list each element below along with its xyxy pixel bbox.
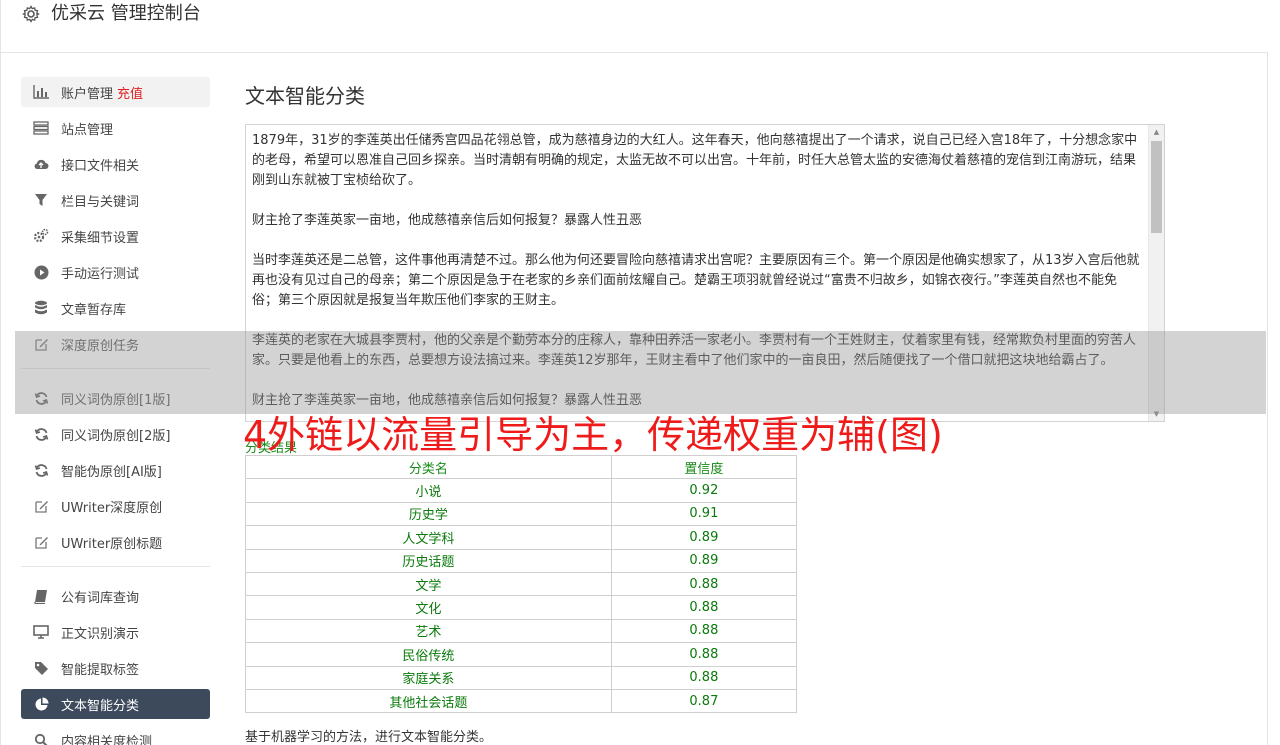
sidebar-item-manual-test[interactable]: 手动运行测试 [21,257,210,287]
sidebar-divider [21,566,210,567]
category-cell: 艺术 [245,618,612,644]
category-cell: 民俗传统 [245,642,612,667]
table-row: 文学 0.88 [245,571,798,597]
table-row: 家庭关系 0.88 [245,665,798,690]
gray-overlay-band [15,331,1266,414]
pie-chart-icon [33,696,49,712]
sidebar-item-label: 手动运行测试 [61,266,140,282]
app-title: 优采云 管理控制台 [51,3,201,24]
sidebar-item-label: 内容相关度检测 [61,734,153,745]
table-row: 文化 0.88 [245,595,798,620]
sidebar-item-account[interactable]: 账户管理 充值 [21,77,210,107]
category-cell: 家庭关系 [245,665,612,690]
sidebar-item-label: 栏目与关键词 [61,194,140,210]
category-cell: 小说 [245,478,612,503]
edit-icon [33,498,49,514]
sidebar-item-ai-rewrite[interactable]: 智能伪原创[AI版] [21,455,210,485]
recharge-link[interactable]: 充值 [117,83,143,102]
sidebar-item-label: 正文识别演示 [61,626,140,642]
footnote-text: 基于机器学习的方法，进行文本智能分类。 [245,730,493,745]
database-icon [33,300,49,316]
sidebar-item-label: 文章暂存库 [61,302,127,318]
confidence-cell: 0.89 [610,525,798,550]
monitor-icon [33,624,49,640]
confidence-cell: 0.92 [610,478,798,503]
text-paragraph: 1879年，31岁的李莲英出任储秀宫四品花翎总管，成为慈禧身边的大红人。这年春天… [252,133,1138,188]
page-title: 文本智能分类 [245,84,365,108]
sidebar-item-uwriter-title[interactable]: UWriter原创标题 [21,527,210,557]
refresh-icon [33,462,49,478]
classification-result-table: 分类名 置信度 小说 0.92 历史学 0.91 人文学科 0.89 历史话题 0.89… [245,454,798,714]
bar-chart-icon [33,84,49,100]
category-cell: 历史话题 [245,548,612,573]
confidence-cell: 0.91 [610,501,798,527]
tag-icon [33,660,49,676]
sidebar-item-article-storage[interactable]: 文章暂存库 [21,293,210,323]
sidebar-item-tag-extraction[interactable]: 智能提取标签 [21,653,210,683]
confidence-cell: 0.88 [610,595,798,620]
refresh-icon [33,426,49,442]
filter-icon [33,192,49,208]
sidebar-item-label: 文本智能分类 [61,698,140,714]
scroll-up-arrow-icon[interactable]: ▲ [1149,125,1164,139]
sidebar-item-columns-keywords[interactable]: 栏目与关键词 [21,185,210,215]
table-row: 艺术 0.88 [245,618,798,644]
text-paragraph: 财主抢了李莲英家一亩地，他成慈禧亲信后如何报复？暴露人性丑恶 [252,213,643,228]
table-row: 人文学科 0.89 [245,525,798,550]
category-cell: 文化 [245,595,612,620]
main-content: 文本智能分类 [245,82,365,110]
sidebar-item-text-classification[interactable]: 文本智能分类 [21,689,210,719]
sidebar-item-label: 同义词伪原创[2版] [61,428,171,444]
search-icon [33,732,49,745]
sidebar-item-label: 账户管理 [61,86,114,102]
confidence-cell: 0.88 [610,571,798,597]
category-cell: 其他社会话题 [245,688,612,714]
sidebar-item-relevance-check[interactable]: 内容相关度检测 [21,725,210,745]
category-cell: 人文学科 [245,525,612,550]
confidence-cell: 0.88 [610,665,798,690]
sidebar-item-label: 采集细节设置 [61,230,140,246]
confidence-cell: 0.88 [610,618,798,644]
server-icon [33,120,49,136]
sidebar-item-label: 接口文件相关 [61,158,140,174]
scrollbar-thumb[interactable] [1151,141,1162,233]
confidence-cell: 0.89 [610,548,798,573]
sidebar-item-label: 站点管理 [61,122,114,138]
book-icon [33,588,49,604]
sidebar-item-label: UWriter深度原创 [61,500,163,516]
text-paragraph: 当时李莲英还是二总管，这件事他再清楚不过。那么他为何还要冒险向慈禧请求出宫呢？主… [252,253,1140,308]
sidebar-item-text-recognition[interactable]: 正文识别演示 [21,617,210,647]
table-row: 历史学 0.91 [245,501,798,527]
overlay-banner-text: 4外链以流量引导为主，传递权重为辅(图) [243,413,943,457]
sidebar-item-label: 智能伪原创[AI版] [61,464,162,480]
table-row: 小说 0.92 [245,478,798,503]
sidebar-item-uwriter-deep[interactable]: UWriter深度原创 [21,491,210,521]
table-row: 民俗传统 0.88 [245,642,798,667]
sidebar-item-collection-settings[interactable]: 采集细节设置 [21,221,210,251]
edit-icon [33,534,49,550]
table-row: 其他社会话题 0.87 [245,688,798,714]
table-row: 历史话题 0.89 [245,548,798,573]
gear-icon [22,5,40,23]
confidence-cell: 0.87 [610,688,798,714]
sidebar-item-public-lexicon[interactable]: 公有词库查询 [21,581,210,611]
category-cell: 文学 [245,571,612,597]
sidebar-item-sites[interactable]: 站点管理 [21,113,210,143]
sidebar-item-label: 智能提取标签 [61,662,140,678]
cloud-upload-icon [33,156,49,172]
sidebar-item-label: UWriter原创标题 [61,536,163,552]
cogs-icon [33,228,49,244]
category-cell: 历史学 [245,501,612,527]
sidebar-item-synonym-v2[interactable]: 同义词伪原创[2版] [21,419,210,449]
top-bar: 优采云 管理控制台 [0,0,1268,53]
sidebar-item-interface-files[interactable]: 接口文件相关 [21,149,210,179]
sidebar-item-label: 公有词库查询 [61,590,140,606]
play-circle-icon [33,264,49,280]
confidence-cell: 0.88 [610,642,798,667]
